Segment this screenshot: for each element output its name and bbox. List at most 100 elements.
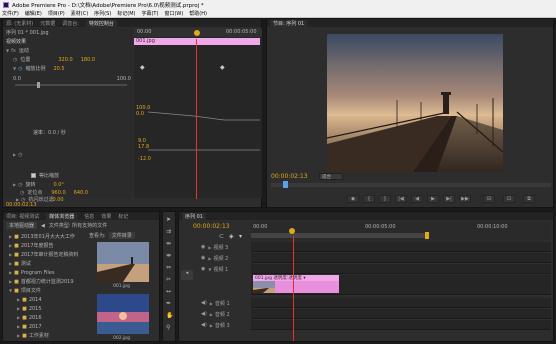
program-scrubber[interactable]: [271, 183, 551, 187]
program-timecode[interactable]: 00:00:02:13: [271, 172, 308, 181]
track-lane[interactable]: [251, 253, 551, 263]
tab-metadata[interactable]: 元数据: [40, 20, 55, 27]
rotation-value[interactable]: 0.0°: [53, 182, 63, 188]
thumbnail-001[interactable]: [97, 242, 149, 282]
scale-value[interactable]: 20.5: [53, 66, 64, 72]
step-forward-button[interactable]: ▶▶: [459, 195, 471, 203]
keyframe-diamond-icon[interactable]: ◆: [140, 64, 145, 71]
expand-triangle-icon[interactable]: ▼: [13, 66, 16, 71]
eye-icon[interactable]: ◉: [201, 244, 205, 250]
tab-markers[interactable]: 标记: [118, 213, 128, 220]
pen-tool-icon[interactable]: ✒: [166, 300, 171, 307]
track-header-audio2[interactable]: ◀) ▶ 音频 2: [201, 309, 230, 319]
tab-project[interactable]: 项目: 视频测试: [6, 213, 39, 220]
track-lane[interactable]: [251, 309, 551, 319]
velocity-graph[interactable]: [134, 138, 260, 164]
tab-audio-mixer[interactable]: 调音台:: [62, 20, 79, 27]
effect-timecode[interactable]: 00:00:02:13: [6, 200, 37, 209]
speaker-icon[interactable]: ◀): [201, 300, 207, 306]
menu-sequence[interactable]: 序列(S): [94, 10, 111, 17]
target-track-button[interactable]: ◂: [181, 270, 193, 280]
timeline-clip-body[interactable]: [253, 281, 339, 293]
stopwatch-icon[interactable]: ◷: [18, 152, 22, 158]
timeline-timecode[interactable]: 00:00:02:13: [193, 222, 230, 231]
mark-out-button[interactable]: }: [379, 195, 391, 203]
zoom-tool-icon[interactable]: ⚲: [166, 324, 170, 331]
tree-item[interactable]: ▶ ■ 工作素材: [17, 331, 49, 340]
tree-item[interactable]: ▶ ■ 2013年01月大大大工作: [9, 232, 75, 241]
menu-edit[interactable]: 编辑(E): [25, 10, 42, 17]
marker-icon[interactable]: ◈: [229, 233, 234, 240]
menu-window[interactable]: 窗口(W): [164, 10, 183, 17]
tab-source[interactable]: 源: (无素材): [6, 20, 33, 27]
drive-dropdown[interactable]: 本地驱动器: [6, 222, 38, 229]
tree-item[interactable]: ▶ ■ 测试: [9, 259, 31, 268]
extract-button[interactable]: ⊡: [503, 195, 515, 203]
expand-triangle-icon[interactable]: ▶: [13, 152, 16, 157]
speaker-icon[interactable]: ◀): [201, 311, 207, 317]
value-graph[interactable]: [134, 110, 260, 130]
track-lane[interactable]: [251, 264, 551, 274]
stopwatch-icon[interactable]: ◷: [13, 57, 17, 63]
track-select-tool-icon[interactable]: ⇉: [166, 228, 171, 235]
effect-timecode-value[interactable]: 00:00:02:13: [6, 202, 37, 208]
selection-tool-icon[interactable]: ➤: [166, 216, 171, 223]
tab-info[interactable]: 信息: [84, 213, 94, 220]
view-as-dropdown[interactable]: 文件目录: [108, 232, 135, 239]
timeline-playhead[interactable]: [293, 236, 294, 341]
tree-item[interactable]: ▼ ■ 项目文件: [9, 286, 41, 295]
tree-item[interactable]: ▶ ■ 2015: [17, 304, 42, 313]
timeline-ruler[interactable]: 00:00 00:00:05:00 00:00:10:00: [251, 222, 551, 240]
track-lane[interactable]: [251, 242, 551, 252]
track-header-video2[interactable]: ◉ ▶ 视频 2: [201, 253, 228, 263]
scale-slider-track[interactable]: [15, 84, 127, 86]
keyframe-area[interactable]: 00:00 00:00:05:00 001.jpg ◆ ◆ 100.0 0.0 …: [134, 28, 262, 198]
go-to-out-button[interactable]: ▶|: [443, 195, 455, 203]
track-lane[interactable]: [251, 298, 551, 308]
track-header-video3[interactable]: ◉ ▶ 视频 3: [201, 242, 228, 252]
tab-effects[interactable]: 效果: [101, 213, 111, 220]
tree-item[interactable]: ▶ ■ 2017年审计报告定稿资料: [9, 250, 79, 259]
tab-effect-controls[interactable]: 特效控制台: [85, 19, 117, 27]
track-lane[interactable]: [251, 320, 551, 330]
razor-tool-icon[interactable]: ✂: [166, 276, 171, 283]
effect-playhead[interactable]: [196, 39, 197, 199]
uniform-scale-checkbox[interactable]: [31, 173, 36, 178]
menu-help[interactable]: 帮助(H): [189, 10, 207, 17]
keyframe-diamond-icon[interactable]: ◆: [220, 64, 225, 71]
timeline-playhead-marker-icon[interactable]: [289, 228, 295, 234]
snap-icon[interactable]: ⊂: [219, 233, 224, 240]
menu-file[interactable]: 文件(F): [2, 10, 19, 17]
speaker-icon[interactable]: ◀): [201, 322, 207, 328]
tree-item[interactable]: ▶ ■ Program Files: [9, 268, 54, 277]
export-frame-button[interactable]: ⧉: [523, 195, 535, 203]
tab-media-browser[interactable]: 媒体浏览器: [46, 212, 78, 220]
back-arrow-icon[interactable]: ◀: [41, 223, 45, 229]
lift-button[interactable]: ⊟: [483, 195, 495, 203]
tree-item[interactable]: ▶ ■ 2017: [17, 322, 42, 331]
scale-slider-handle[interactable]: [37, 82, 40, 88]
tab-sequence[interactable]: 序列 01: [182, 212, 206, 220]
track-header-audio3[interactable]: ◀) ▶ 音频 3: [201, 320, 230, 330]
playhead-marker-icon[interactable]: [194, 30, 200, 36]
sync-lock-icon[interactable]: ▾: [239, 233, 242, 240]
anchor-y-value[interactable]: 640.0: [74, 190, 88, 196]
clip-bar[interactable]: 001.jpg: [134, 38, 260, 45]
work-area-bar[interactable]: [251, 233, 427, 238]
tree-item[interactable]: ▶ ■ 2016: [17, 313, 42, 322]
tree-item[interactable]: ▶ ■ 2017年度报告: [9, 241, 54, 250]
eye-icon[interactable]: ◉: [201, 255, 205, 261]
step-back-button[interactable]: ◀: [411, 195, 423, 203]
flicker-value[interactable]: 0.00: [52, 197, 63, 203]
expand-triangle-icon[interactable]: ▶: [13, 182, 16, 187]
eye-icon[interactable]: ◉: [201, 266, 205, 272]
track-header-audio1[interactable]: ◀) ▶ 音频 1: [201, 298, 230, 308]
tree-item[interactable]: ▶ ■ 2014: [17, 295, 42, 304]
stopwatch-icon[interactable]: ◷: [18, 182, 22, 188]
file-type-filter[interactable]: 文件类型: 所有支持的文件: [49, 222, 107, 229]
position-x-value[interactable]: 320.0: [58, 57, 72, 63]
work-area-end-handle[interactable]: [425, 232, 429, 239]
stopwatch-icon[interactable]: ◷: [18, 66, 22, 72]
go-to-in-button[interactable]: |◀: [395, 195, 407, 203]
program-viewer[interactable]: [326, 34, 504, 172]
